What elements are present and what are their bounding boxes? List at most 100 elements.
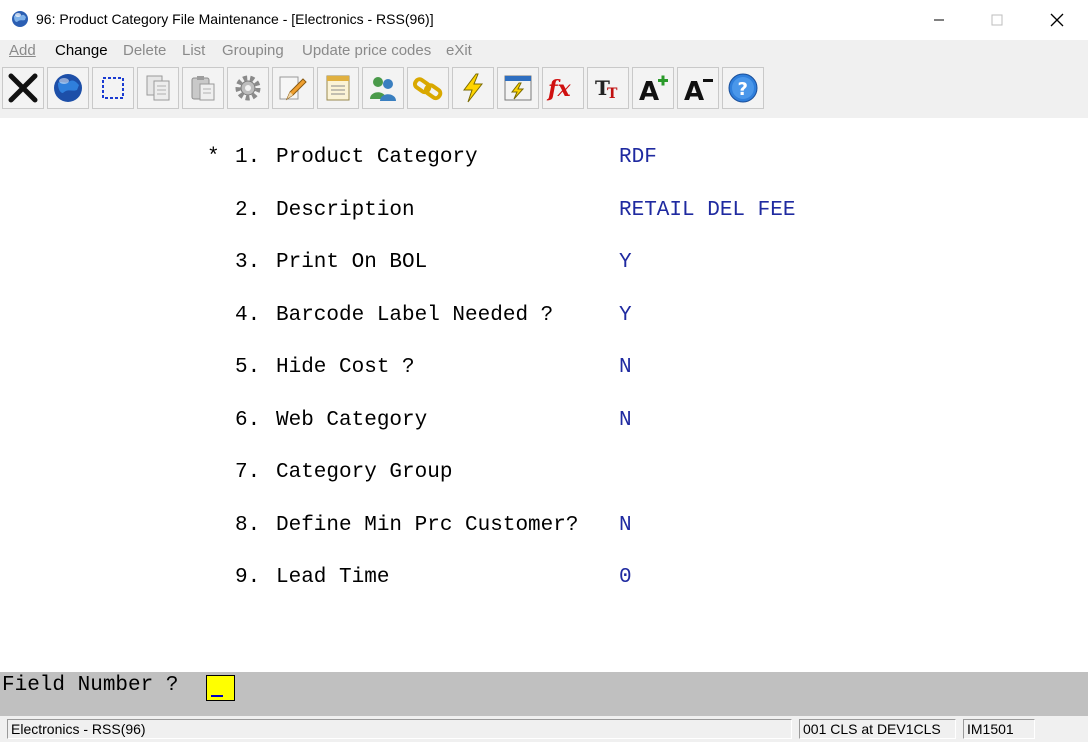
menu-add[interactable]: Add [9,42,36,59]
menu-add-label: Add [9,42,36,59]
field-value: Y [619,304,632,327]
menu-exit-label: eXit [446,42,472,59]
minimize-icon [934,19,944,21]
lightning-icon [463,73,484,103]
prompt-bar: Field Number ? [0,672,1088,716]
text-size-icon: T T [595,76,618,102]
menu-change-label: Change [55,42,108,59]
edit-pencil-icon [279,76,307,101]
field-label: Description [276,199,415,222]
toolbar-settings-button[interactable] [227,67,269,109]
toolbar-font-decrease-button[interactable]: A [677,67,719,109]
status-session: 001 CLS at DEV1CLS [799,719,956,739]
field-value: N [619,409,632,432]
svg-text:A: A [684,77,704,104]
toolbar-lightning-button[interactable] [452,67,494,109]
menu-list-label: List [182,42,206,59]
field-number: 6. [235,409,261,432]
toolbar-font-increase-button[interactable]: A [632,67,674,109]
field-row-hide-cost[interactable]: 5. Hide Cost ? N [0,356,632,384]
field-number: 4. [235,304,261,327]
field-value: 0 [619,566,632,589]
toolbar-users-button[interactable] [362,67,404,109]
calculator-icon [504,75,532,101]
function-fx-icon: fx [546,76,571,102]
field-number: 2. [235,199,261,222]
field-number-input[interactable] [206,675,235,701]
field-label: Print On BOL [276,251,428,274]
minimize-button[interactable] [916,0,962,40]
menu-change[interactable]: Change [55,42,108,59]
field-row-lead-time[interactable]: 9. Lead Time 0 [0,566,632,594]
menu-update-price-codes-label: Update price codes [302,42,432,59]
toolbar-calculator-button[interactable] [497,67,539,109]
notepad-icon [326,75,350,101]
toolbar-link-button[interactable] [407,67,449,109]
maximize-icon [991,14,1003,26]
toolbar-globe-button[interactable] [47,67,89,109]
maximize-button[interactable] [974,0,1020,40]
field-label: Category Group [276,461,453,484]
field-label: Product Category [276,146,478,169]
field-label: Lead Time [276,566,390,589]
toolbar-copy-button[interactable] [137,67,179,109]
svg-text:?: ? [738,79,748,100]
menu-delete[interactable]: Delete [123,42,166,59]
window-title: 96: Product Category File Maintenance - … [36,11,434,27]
field-value: Y [619,251,632,274]
globe-icon [12,11,28,27]
field-value: N [619,356,632,379]
close-icon [1050,13,1064,27]
svg-text:T: T [607,86,618,102]
toolbar-exit-button[interactable] [2,67,44,109]
field-row-web-category[interactable]: 6. Web Category N [0,409,632,437]
field-row-define-min-prc-customer[interactable]: 8. Define Min Prc Customer? N [0,514,632,542]
menu-update-price-codes[interactable]: Update price codes [302,42,431,59]
toolbar-edit-button[interactable] [272,67,314,109]
status-program: IM1501 [963,719,1035,739]
form-content: * 1. Product Category RDF 2. Description… [0,118,1088,672]
svg-text:fx: fx [546,76,571,102]
field-label: Barcode Label Needed ? [276,304,554,327]
field-label: Define Min Prc Customer? [276,514,579,537]
toolbar-help-button[interactable]: ? [722,67,764,109]
field-row-category-group[interactable]: 7. Category Group [0,461,452,489]
field-number: 9. [235,566,261,589]
svg-text:A: A [639,77,659,104]
field-row-product-category[interactable]: * 1. Product Category RDF [0,146,657,174]
field-row-print-on-bol[interactable]: 3. Print On BOL Y [0,251,632,279]
menu-delete-label: Delete [123,42,167,59]
field-number-prompt: Field Number ? [2,674,179,697]
close-window-button[interactable] [1034,0,1080,40]
toolbar-select-button[interactable] [92,67,134,109]
globe-icon [54,74,82,102]
settings-gear-icon [235,75,261,101]
text-cursor [211,695,223,697]
link-chain-icon [412,77,443,101]
toolbar-text-size-button[interactable]: T T [587,67,629,109]
title-bar: 96: Product Category File Maintenance - … [0,0,1088,40]
menu-exit[interactable]: eXit [446,42,472,59]
menu-grouping[interactable]: Grouping [222,42,284,59]
field-label: Web Category [276,409,428,432]
toolbar-function-button[interactable]: fx [542,67,584,109]
paste-icon [191,76,215,101]
field-row-description[interactable]: 2. Description RETAIL DEL FEE [0,199,795,227]
field-number: 3. [235,251,261,274]
toolbar-paste-button[interactable] [182,67,224,109]
toolbar-notepad-button[interactable] [317,67,359,109]
menu-bar: Add Change Delete List Grouping Update p… [0,40,1088,62]
field-marker: * [207,146,220,169]
menu-grouping-label: Grouping [222,42,284,59]
menu-list[interactable]: List [182,42,205,59]
font-increase-icon: A [639,75,668,104]
field-row-barcode-label-needed[interactable]: 4. Barcode Label Needed ? Y [0,304,632,332]
close-x-icon [8,73,38,103]
field-value: N [619,514,632,537]
field-number: 8. [235,514,261,537]
select-box-icon [102,77,124,99]
field-value: RETAIL DEL FEE [619,199,796,222]
help-icon: ? [728,73,758,103]
field-label: Hide Cost ? [276,356,415,379]
copy-icon [146,75,170,101]
